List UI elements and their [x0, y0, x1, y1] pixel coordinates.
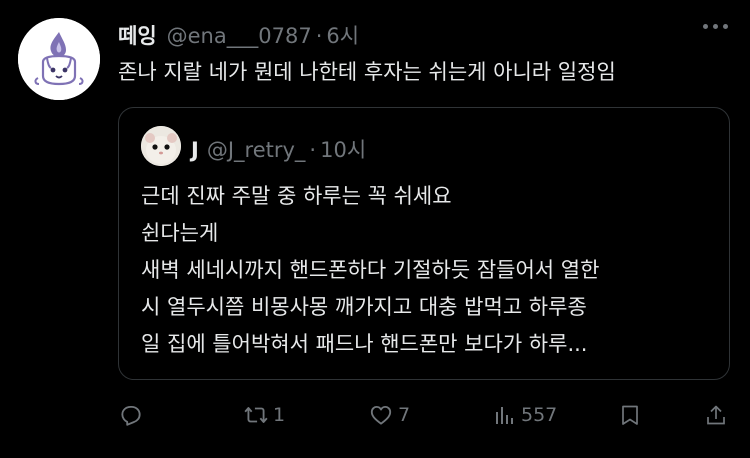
like-button[interactable]: 7 — [368, 398, 410, 432]
views-count: 557 — [521, 404, 558, 426]
like-count: 7 — [398, 404, 411, 426]
hamster-avatar-image — [141, 126, 181, 166]
tweet-header: 떼잉 @ena___0787 · 6시 — [118, 20, 730, 50]
quoted-text-line: 새벽 세네시까지 핸드폰하다 기절하듯 잠들어서 열한 — [141, 258, 600, 282]
retweet-icon — [244, 407, 268, 423]
bookmark-button[interactable] — [618, 398, 642, 432]
quoted-tweet-time[interactable]: 10시 — [320, 134, 366, 164]
views-button[interactable]: 557 — [493, 398, 557, 432]
header-separator: · — [315, 24, 323, 48]
retweet-count: 1 — [273, 404, 286, 426]
quoted-tweet[interactable]: J @J_retry_ · 10시 근데 진짜 주말 중 하루는 꼭 쉬세요 쉰… — [118, 107, 730, 380]
quoted-author-handle[interactable]: @J_retry_ — [207, 138, 306, 162]
quoted-text-line: 쉰다는게 — [141, 221, 219, 245]
more-dot-icon — [723, 24, 728, 29]
author-avatar[interactable] — [18, 18, 100, 100]
quoted-author-name[interactable]: J — [191, 138, 199, 162]
reply-button[interactable] — [118, 398, 144, 432]
quoted-tweet-header: J @J_retry_ · 10시 — [191, 134, 366, 164]
quoted-text-line: 시 열두시쯤 비몽사몽 깨가지고 대충 밥먹고 하루종 — [141, 295, 587, 319]
share-button[interactable] — [704, 398, 728, 432]
bookmark-icon — [622, 405, 638, 425]
quoted-text-line: 일 집에 틀어박혀서 패드나 핸드폰만 보다가 하루... — [141, 332, 588, 356]
more-options-button[interactable] — [703, 24, 728, 29]
quoted-header-separator: · — [309, 138, 317, 162]
heart-icon — [370, 405, 392, 425]
reply-icon — [121, 405, 141, 426]
author-handle[interactable]: @ena___0787 — [167, 24, 312, 48]
retweet-button[interactable]: 1 — [243, 398, 285, 432]
quoted-text-line: 근데 진짜 주말 중 하루는 꼭 쉬세요 — [141, 184, 452, 208]
more-dot-icon — [703, 24, 708, 29]
more-dot-icon — [713, 24, 718, 29]
author-name[interactable]: 떼잉 — [118, 20, 157, 50]
author-avatar-image — [18, 18, 100, 100]
share-icon — [707, 405, 725, 425]
tweet-action-bar: 1 7 557 — [118, 398, 730, 432]
bar-chart-icon — [496, 407, 513, 424]
tweet-text: 존나 지랄 네가 뭔데 나한테 후자는 쉬는게 아니라 일정임 — [118, 60, 616, 84]
tweet-time[interactable]: 6시 — [326, 20, 359, 50]
quoted-tweet-text: 근데 진짜 주말 중 하루는 꼭 쉬세요 쉰다는게 새벽 세네시까지 핸드폰하다… — [141, 178, 709, 363]
quoted-author-avatar[interactable] — [141, 126, 181, 166]
